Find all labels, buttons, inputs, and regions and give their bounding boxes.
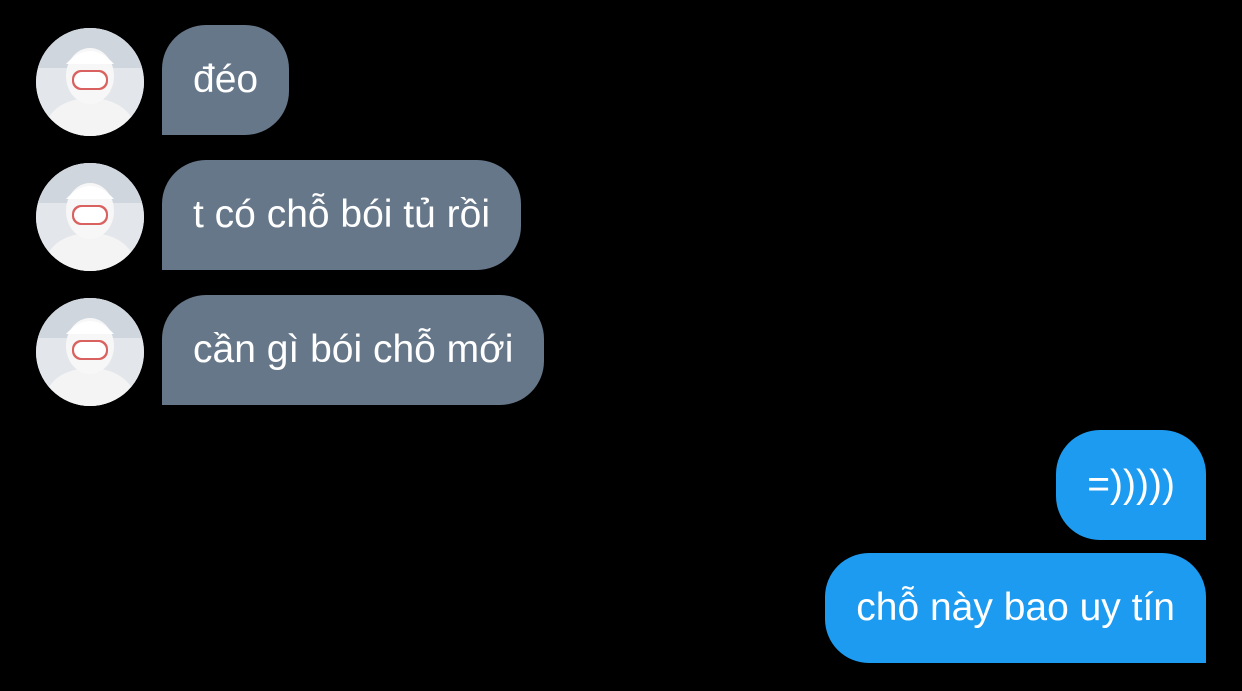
message-bubble-incoming[interactable]: cần gì bói chỗ mới: [162, 295, 545, 405]
message-bubble-outgoing[interactable]: =))))): [1056, 430, 1206, 540]
message-bubble-incoming[interactable]: đéo: [162, 25, 290, 135]
avatar-icon: [36, 28, 144, 136]
message-bubble-outgoing[interactable]: chỗ này bao uy tín: [825, 553, 1206, 663]
message-text: đéo: [193, 58, 259, 101]
avatar[interactable]: [36, 298, 144, 406]
message-text: t có chỗ bói tủ rồi: [193, 193, 490, 236]
message-text: =))))): [1087, 463, 1175, 506]
avatar-icon: [36, 298, 144, 406]
avatar[interactable]: [36, 28, 144, 136]
avatar[interactable]: [36, 163, 144, 271]
message-text: chỗ này bao uy tín: [856, 586, 1175, 629]
dm-conversation: đéo t có chỗ bói tủ rồi cần gì bói chỗ m…: [0, 0, 1242, 691]
message-bubble-incoming[interactable]: t có chỗ bói tủ rồi: [162, 160, 521, 270]
message-text: cần gì bói chỗ mới: [193, 328, 514, 371]
avatar-icon: [36, 163, 144, 271]
